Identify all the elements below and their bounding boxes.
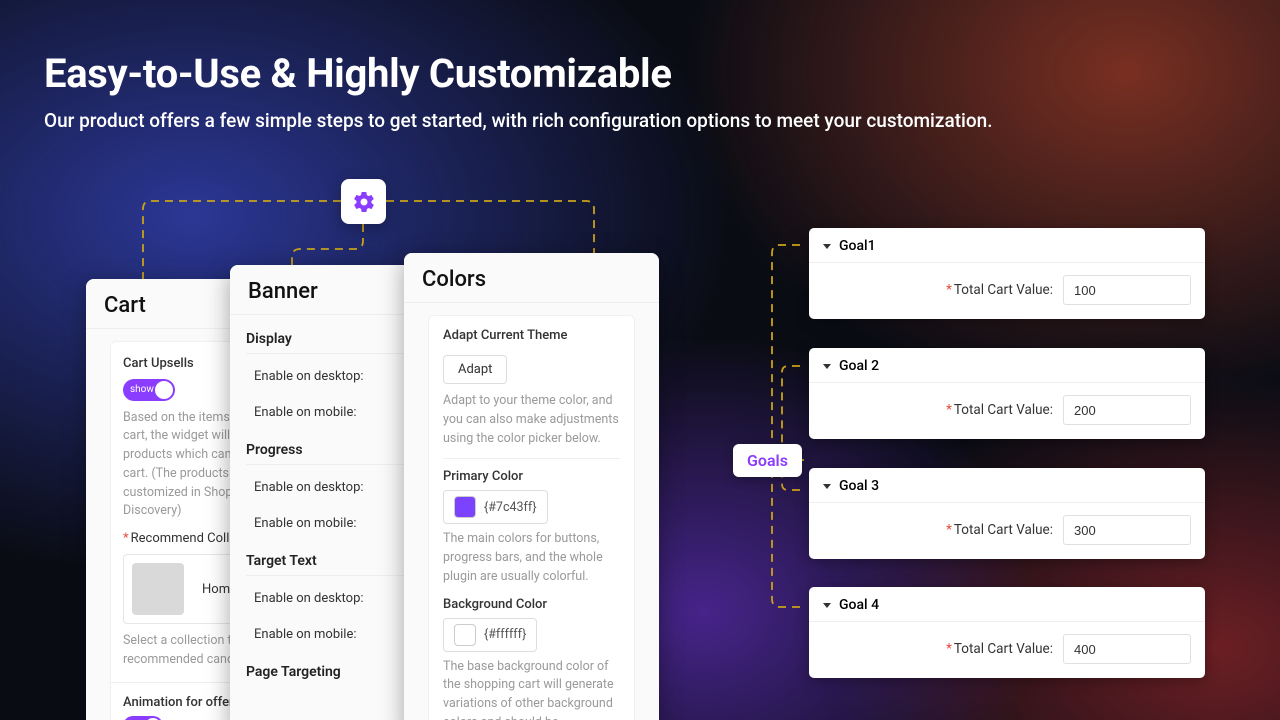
goal-2-value-input[interactable]	[1063, 395, 1191, 425]
adapt-desc: Adapt to your theme color, and you can a…	[443, 392, 620, 448]
caret-icon	[823, 364, 831, 369]
goal-2-header[interactable]: Goal 2	[809, 348, 1205, 383]
goal-card-2: Goal 2 *Total Cart Value:	[809, 348, 1205, 439]
primary-color-picker[interactable]: {#7c43ff}	[443, 490, 548, 524]
goal-1-name: Goal1	[839, 238, 876, 254]
bg-desc: The base background color of the shoppin…	[443, 658, 620, 720]
adapt-theme-label: Adapt Current Theme	[443, 328, 620, 343]
cart-upsells-toggle[interactable]: show	[123, 379, 175, 401]
collection-thumb[interactable]	[132, 563, 184, 615]
bg-color-value: {#ffffff}	[484, 627, 526, 642]
caret-icon	[823, 244, 831, 249]
goal-card-1: Goal1 *Total Cart Value:	[809, 228, 1205, 319]
bg-color-label: Background Color	[443, 597, 620, 612]
target-mobile-label: Enable on mobile:	[254, 627, 357, 642]
goal-card-4: Goal 4 *Total Cart Value:	[809, 587, 1205, 678]
bg-swatch	[454, 624, 476, 646]
display-desktop-label: Enable on desktop:	[254, 369, 364, 384]
adapt-button[interactable]: Adapt	[443, 355, 507, 384]
goal-card-3: Goal 3 *Total Cart Value:	[809, 468, 1205, 559]
goal-4-value-input[interactable]	[1063, 634, 1191, 664]
hero-subtitle: Our product offers a few simple steps to…	[44, 109, 1240, 132]
target-desktop-label: Enable on desktop:	[254, 591, 364, 606]
goal-4-field-label: *Total Cart Value:	[946, 641, 1053, 657]
goal-1-header[interactable]: Goal1	[809, 228, 1205, 263]
goals-badge: Goals	[733, 444, 802, 477]
bg-color-picker[interactable]: {#ffffff}	[443, 618, 537, 652]
goal-3-field-label: *Total Cart Value:	[946, 522, 1053, 538]
colors-panel-title: Colors	[404, 253, 659, 303]
goal-1-field-label: *Total Cart Value:	[946, 282, 1053, 298]
goal-4-header[interactable]: Goal 4	[809, 587, 1205, 622]
progress-desktop-label: Enable on desktop:	[254, 480, 364, 495]
caret-icon	[823, 603, 831, 608]
hero-title: Easy-to-Use & Highly Customizable	[44, 50, 1240, 97]
goal-2-field-label: *Total Cart Value:	[946, 402, 1053, 418]
primary-color-label: Primary Color	[443, 469, 620, 484]
goal-4-name: Goal 4	[839, 597, 879, 613]
goal-3-value-input[interactable]	[1063, 515, 1191, 545]
animation-toggle[interactable]	[123, 716, 163, 720]
display-mobile-label: Enable on mobile:	[254, 405, 357, 420]
primary-desc: The main colors for buttons, progress ba…	[443, 530, 620, 586]
caret-icon	[823, 484, 831, 489]
progress-mobile-label: Enable on mobile:	[254, 516, 357, 531]
goal-1-value-input[interactable]	[1063, 275, 1191, 305]
primary-swatch	[454, 496, 476, 518]
colors-panel: Colors Adapt Current Theme Adapt Adapt t…	[404, 253, 659, 720]
goal-3-header[interactable]: Goal 3	[809, 468, 1205, 503]
gear-icon	[341, 179, 386, 224]
goal-2-name: Goal 2	[839, 358, 879, 374]
goal-3-name: Goal 3	[839, 478, 879, 494]
primary-color-value: {#7c43ff}	[484, 500, 537, 515]
